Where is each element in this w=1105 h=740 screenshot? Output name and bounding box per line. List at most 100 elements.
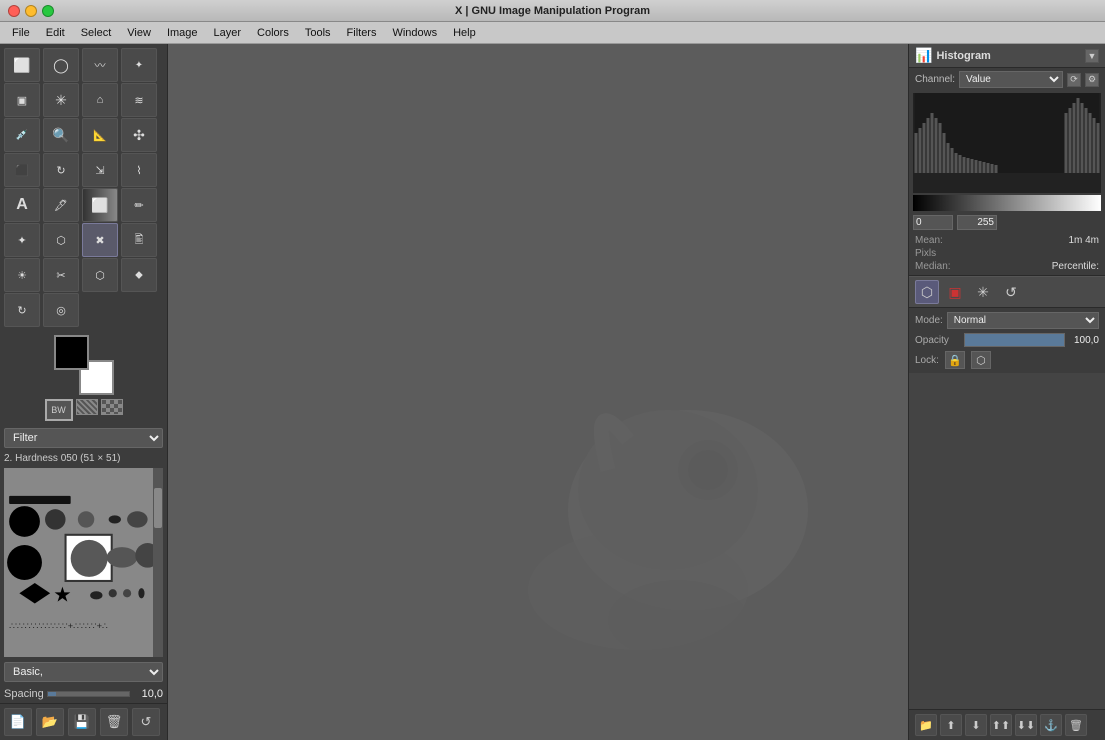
tool-rect-select[interactable]: ⬜ (4, 48, 40, 82)
histogram-collapse-button[interactable]: ▼ (1085, 49, 1099, 63)
mean-value: 1m 4m (1008, 235, 1099, 246)
menu-help[interactable]: Help (445, 25, 484, 41)
histogram-icon: 📊 (915, 47, 932, 64)
lock-alpha-button[interactable]: ⬡ (971, 351, 991, 369)
tool-crop[interactable]: ⬛ (4, 153, 40, 187)
brush-scrollbar[interactable] (153, 468, 163, 657)
maximize-button[interactable] (42, 5, 54, 17)
layers-icon-button[interactable]: ⬡ (915, 280, 939, 304)
tool-cage[interactable]: ⌂ (82, 83, 118, 117)
raise-layer-button[interactable]: ⬆ (940, 714, 962, 736)
menu-windows[interactable]: Windows (384, 25, 445, 41)
canvas-area[interactable] (168, 44, 908, 740)
tool-bucket[interactable]: 🖋 (43, 188, 79, 222)
right-panel: 📊 Histogram ▼ Channel: Value ⟳ ⚙ (908, 44, 1105, 740)
brush-filter-select[interactable]: Filter Basic All (4, 428, 163, 448)
tool-blend[interactable]: ⬜ (82, 188, 118, 222)
tool-scale[interactable]: ⇲ (82, 153, 118, 187)
menu-view[interactable]: View (119, 25, 159, 41)
close-button[interactable] (8, 5, 20, 17)
menu-filters[interactable]: Filters (339, 25, 385, 41)
tool-dodge[interactable]: ↻ (4, 293, 40, 327)
delete-brush-button[interactable]: 🗑 (100, 708, 128, 736)
duplicate-layer-button[interactable]: ⬆⬆ (990, 714, 1012, 736)
median-value (1008, 248, 1099, 259)
tool-measure[interactable]: 📐 (82, 118, 118, 152)
menu-image[interactable]: Image (159, 25, 206, 41)
foreground-color-swatch[interactable] (54, 335, 89, 370)
channels-icon-button[interactable]: ▣ (943, 280, 967, 304)
tool-colorpicker[interactable]: 💉 (4, 118, 40, 152)
layers-controls: Mode: Normal Opacity 100,0 Lock: 🔒 ⬡ (909, 308, 1105, 373)
tool-path[interactable]: ✳ (43, 83, 79, 117)
opacity-slider[interactable] (964, 333, 1065, 347)
lower-layer-button[interactable]: ⬇ (965, 714, 987, 736)
tool-ink[interactable]: ⬥ (121, 258, 157, 292)
tool-airbrush[interactable]: ✖ (82, 223, 118, 257)
refresh-brush-button[interactable]: ↺ (132, 708, 160, 736)
tool-lasso-select[interactable]: 〰 (82, 48, 118, 82)
svg-text:★: ★ (53, 583, 71, 606)
mode-select[interactable]: Normal (947, 312, 1099, 329)
new-layer-button[interactable]: 📁 (915, 714, 937, 736)
lock-pixels-button[interactable]: 🔒 (945, 351, 965, 369)
spacing-bar[interactable] (47, 691, 130, 697)
tool-paintbrush[interactable]: ✦ (4, 223, 40, 257)
color-preset-pattern[interactable] (76, 399, 98, 415)
brush-category-select[interactable]: Basic, (4, 662, 163, 682)
tool-zoom[interactable]: 🔍 (43, 118, 79, 152)
histogram-min-input[interactable] (913, 215, 953, 230)
lock-label: Lock: (915, 355, 939, 366)
layers-list[interactable] (909, 373, 1105, 709)
channel-select[interactable]: Value (959, 71, 1063, 88)
opacity-value: 100,0 (1069, 335, 1099, 346)
tool-scissors[interactable]: ▣ (4, 83, 40, 117)
tool-ellipse-select[interactable]: ◯ (43, 48, 79, 82)
histogram-graph (913, 93, 1101, 173)
anchor-layer-button[interactable]: ⚓ (1040, 714, 1062, 736)
tool-warp[interactable]: ≋ (121, 83, 157, 117)
tool-burn[interactable]: ◎ (43, 293, 79, 327)
mode-row: Mode: Normal (915, 312, 1099, 329)
window-controls[interactable] (8, 5, 54, 17)
color-preset-transparent[interactable] (101, 399, 123, 415)
menu-colors[interactable]: Colors (249, 25, 297, 41)
std-value: Percentile: (1008, 261, 1099, 272)
histogram-max-input[interactable] (957, 215, 997, 230)
delete-layer-button[interactable]: 🗑 (1065, 714, 1087, 736)
tool-clone[interactable]: 🖺 (121, 223, 157, 257)
paths-icon-button[interactable]: ✳ (971, 280, 995, 304)
histogram-settings-button[interactable]: ⚙ (1085, 73, 1099, 87)
histogram-title-text: Histogram (936, 50, 990, 62)
history-icon-button[interactable]: ↺ (999, 280, 1023, 304)
menu-layer[interactable]: Layer (206, 25, 250, 41)
scroll-thumb[interactable] (154, 488, 162, 528)
tool-move[interactable]: ✣ (121, 118, 157, 152)
tool-eraser[interactable]: ⬡ (43, 223, 79, 257)
tool-flip[interactable]: ⬡ (82, 258, 118, 292)
merge-layer-button[interactable]: ⬇⬇ (1015, 714, 1037, 736)
menu-select[interactable]: Select (73, 25, 120, 41)
histogram-stats: Mean: 1m 4m Pixls Median: Percentile: (909, 232, 1105, 275)
histogram-refresh-button[interactable]: ⟳ (1067, 73, 1081, 87)
menu-tools[interactable]: Tools (297, 25, 339, 41)
lock-row: Lock: 🔒 ⬡ (915, 351, 1099, 369)
menubar: File Edit Select View Image Layer Colors… (0, 22, 1105, 44)
tool-text[interactable]: A (4, 188, 40, 222)
tool-rotate[interactable]: ↻ (43, 153, 79, 187)
save-brush-button[interactable]: 💾 (68, 708, 96, 736)
brush-preview-area[interactable]: ★ ∴∵∴∵∴∵∴∵∴∵+∴∵∴∵+∴ (4, 468, 163, 657)
new-brush-button[interactable]: 📄 (4, 708, 32, 736)
minimize-button[interactable] (25, 5, 37, 17)
menu-file[interactable]: File (4, 25, 38, 41)
color-preset-bw[interactable]: BW (45, 399, 73, 421)
tool-shear[interactable]: ⌇ (121, 153, 157, 187)
titlebar: X | GNU Image Manipulation Program (0, 0, 1105, 22)
tool-perspective[interactable]: ✂ (43, 258, 79, 292)
menu-edit[interactable]: Edit (38, 25, 73, 41)
tool-fuzzy-select[interactable]: ✦ (121, 48, 157, 82)
std-label: Median: (915, 261, 1006, 272)
tool-pencil[interactable]: ✏ (121, 188, 157, 222)
tool-heal[interactable]: ☀ (4, 258, 40, 292)
open-brush-button[interactable]: 📂 (36, 708, 64, 736)
